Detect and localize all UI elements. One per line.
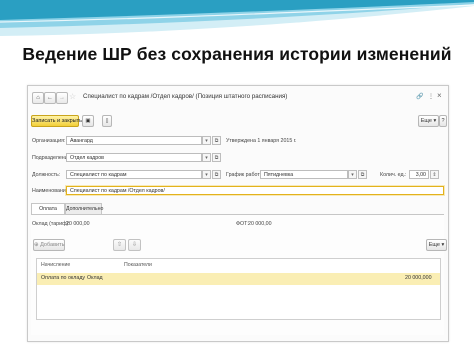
org-open-button[interactable]: ⧉ — [212, 136, 221, 145]
link-icon[interactable]: 🔗 — [416, 93, 423, 100]
row-accrual: Оплата по окладу — [41, 275, 86, 281]
move-up-icon[interactable]: ⇧ — [113, 239, 126, 251]
position-dropdown-button[interactable]: ▾ — [202, 170, 211, 179]
units-field[interactable]: 3,00 — [409, 170, 429, 179]
name-field[interactable]: Специалист по кадрам /Отдел кадров/ — [66, 186, 444, 195]
org-label: Организация: — [32, 138, 66, 144]
row-amount: 20 000,000 — [405, 275, 432, 281]
fot-label: ФОТ: — [236, 221, 249, 227]
save-and-close-button[interactable]: Записать и закрыть — [31, 115, 82, 127]
dept-dropdown-button[interactable]: ▾ — [202, 153, 211, 162]
column-header-indicators: Показатели — [124, 262, 152, 268]
star-icon[interactable]: ☆ — [69, 92, 76, 102]
org-dropdown-button[interactable]: ▾ — [202, 136, 211, 145]
close-icon[interactable]: × — [437, 91, 442, 100]
units-stepper[interactable]: ⇕ — [430, 170, 439, 179]
save-icon[interactable]: ▣ — [82, 115, 94, 127]
form-title: Специалист по кадрам /Отдел кадров/ (Поз… — [83, 93, 288, 100]
arrow-right-icon[interactable]: → — [56, 92, 68, 104]
column-header-accrual: Начисление — [41, 262, 71, 268]
accruals-table: Начисление Показатели Оплата по окладу О… — [36, 258, 441, 320]
slide-header-decoration — [0, 0, 474, 40]
name-label: Наименование: — [32, 188, 71, 194]
schedule-open-button[interactable]: ⧉ — [358, 170, 367, 179]
position-label: Должность: — [32, 172, 61, 178]
form-window: ⌂ ← → ☆ Специалист по кадрам /Отдел кадр… — [27, 85, 449, 342]
document-icon[interactable]: ▯ — [102, 115, 112, 127]
tab-additional[interactable]: Дополнительно — [65, 203, 103, 214]
salary-label: Оклад (тариф): — [32, 221, 70, 227]
more-button[interactable]: Еще ▾ — [418, 115, 439, 127]
move-down-icon[interactable]: ⇩ — [128, 239, 141, 251]
position-open-button[interactable]: ⧉ — [212, 170, 221, 179]
dept-field[interactable]: Отдел кадров — [66, 153, 202, 162]
schedule-dropdown-button[interactable]: ▾ — [348, 170, 357, 179]
help-button[interactable]: ? — [439, 115, 447, 127]
table-more-button[interactable]: Еще ▾ — [426, 239, 447, 251]
more-vertical-icon[interactable]: ⋮ — [428, 93, 434, 100]
fot-value: 20 000,00 — [248, 221, 272, 227]
add-icon: ⊕ — [34, 242, 39, 248]
slide-title: Ведение ШР без сохранения истории измене… — [22, 44, 452, 64]
add-button-label: Добавить — [40, 242, 65, 248]
schedule-field[interactable]: Пятидневка — [260, 170, 348, 179]
org-field[interactable]: Авангард — [66, 136, 202, 145]
home-icon[interactable]: ⌂ — [32, 92, 44, 104]
row-indicator: Оклад — [87, 275, 103, 281]
position-field[interactable]: Специалист по кадрам — [66, 170, 202, 179]
approved-text: Утверждена 1 января 2015 г. — [226, 138, 297, 144]
add-button[interactable]: ⊕ Добавить — [33, 239, 65, 251]
arrow-left-icon[interactable]: ← — [44, 92, 56, 104]
units-label: Колич. ед.: — [380, 172, 407, 178]
salary-value[interactable]: 20 000,00 — [66, 221, 90, 227]
dept-open-button[interactable]: ⧉ — [212, 153, 221, 162]
